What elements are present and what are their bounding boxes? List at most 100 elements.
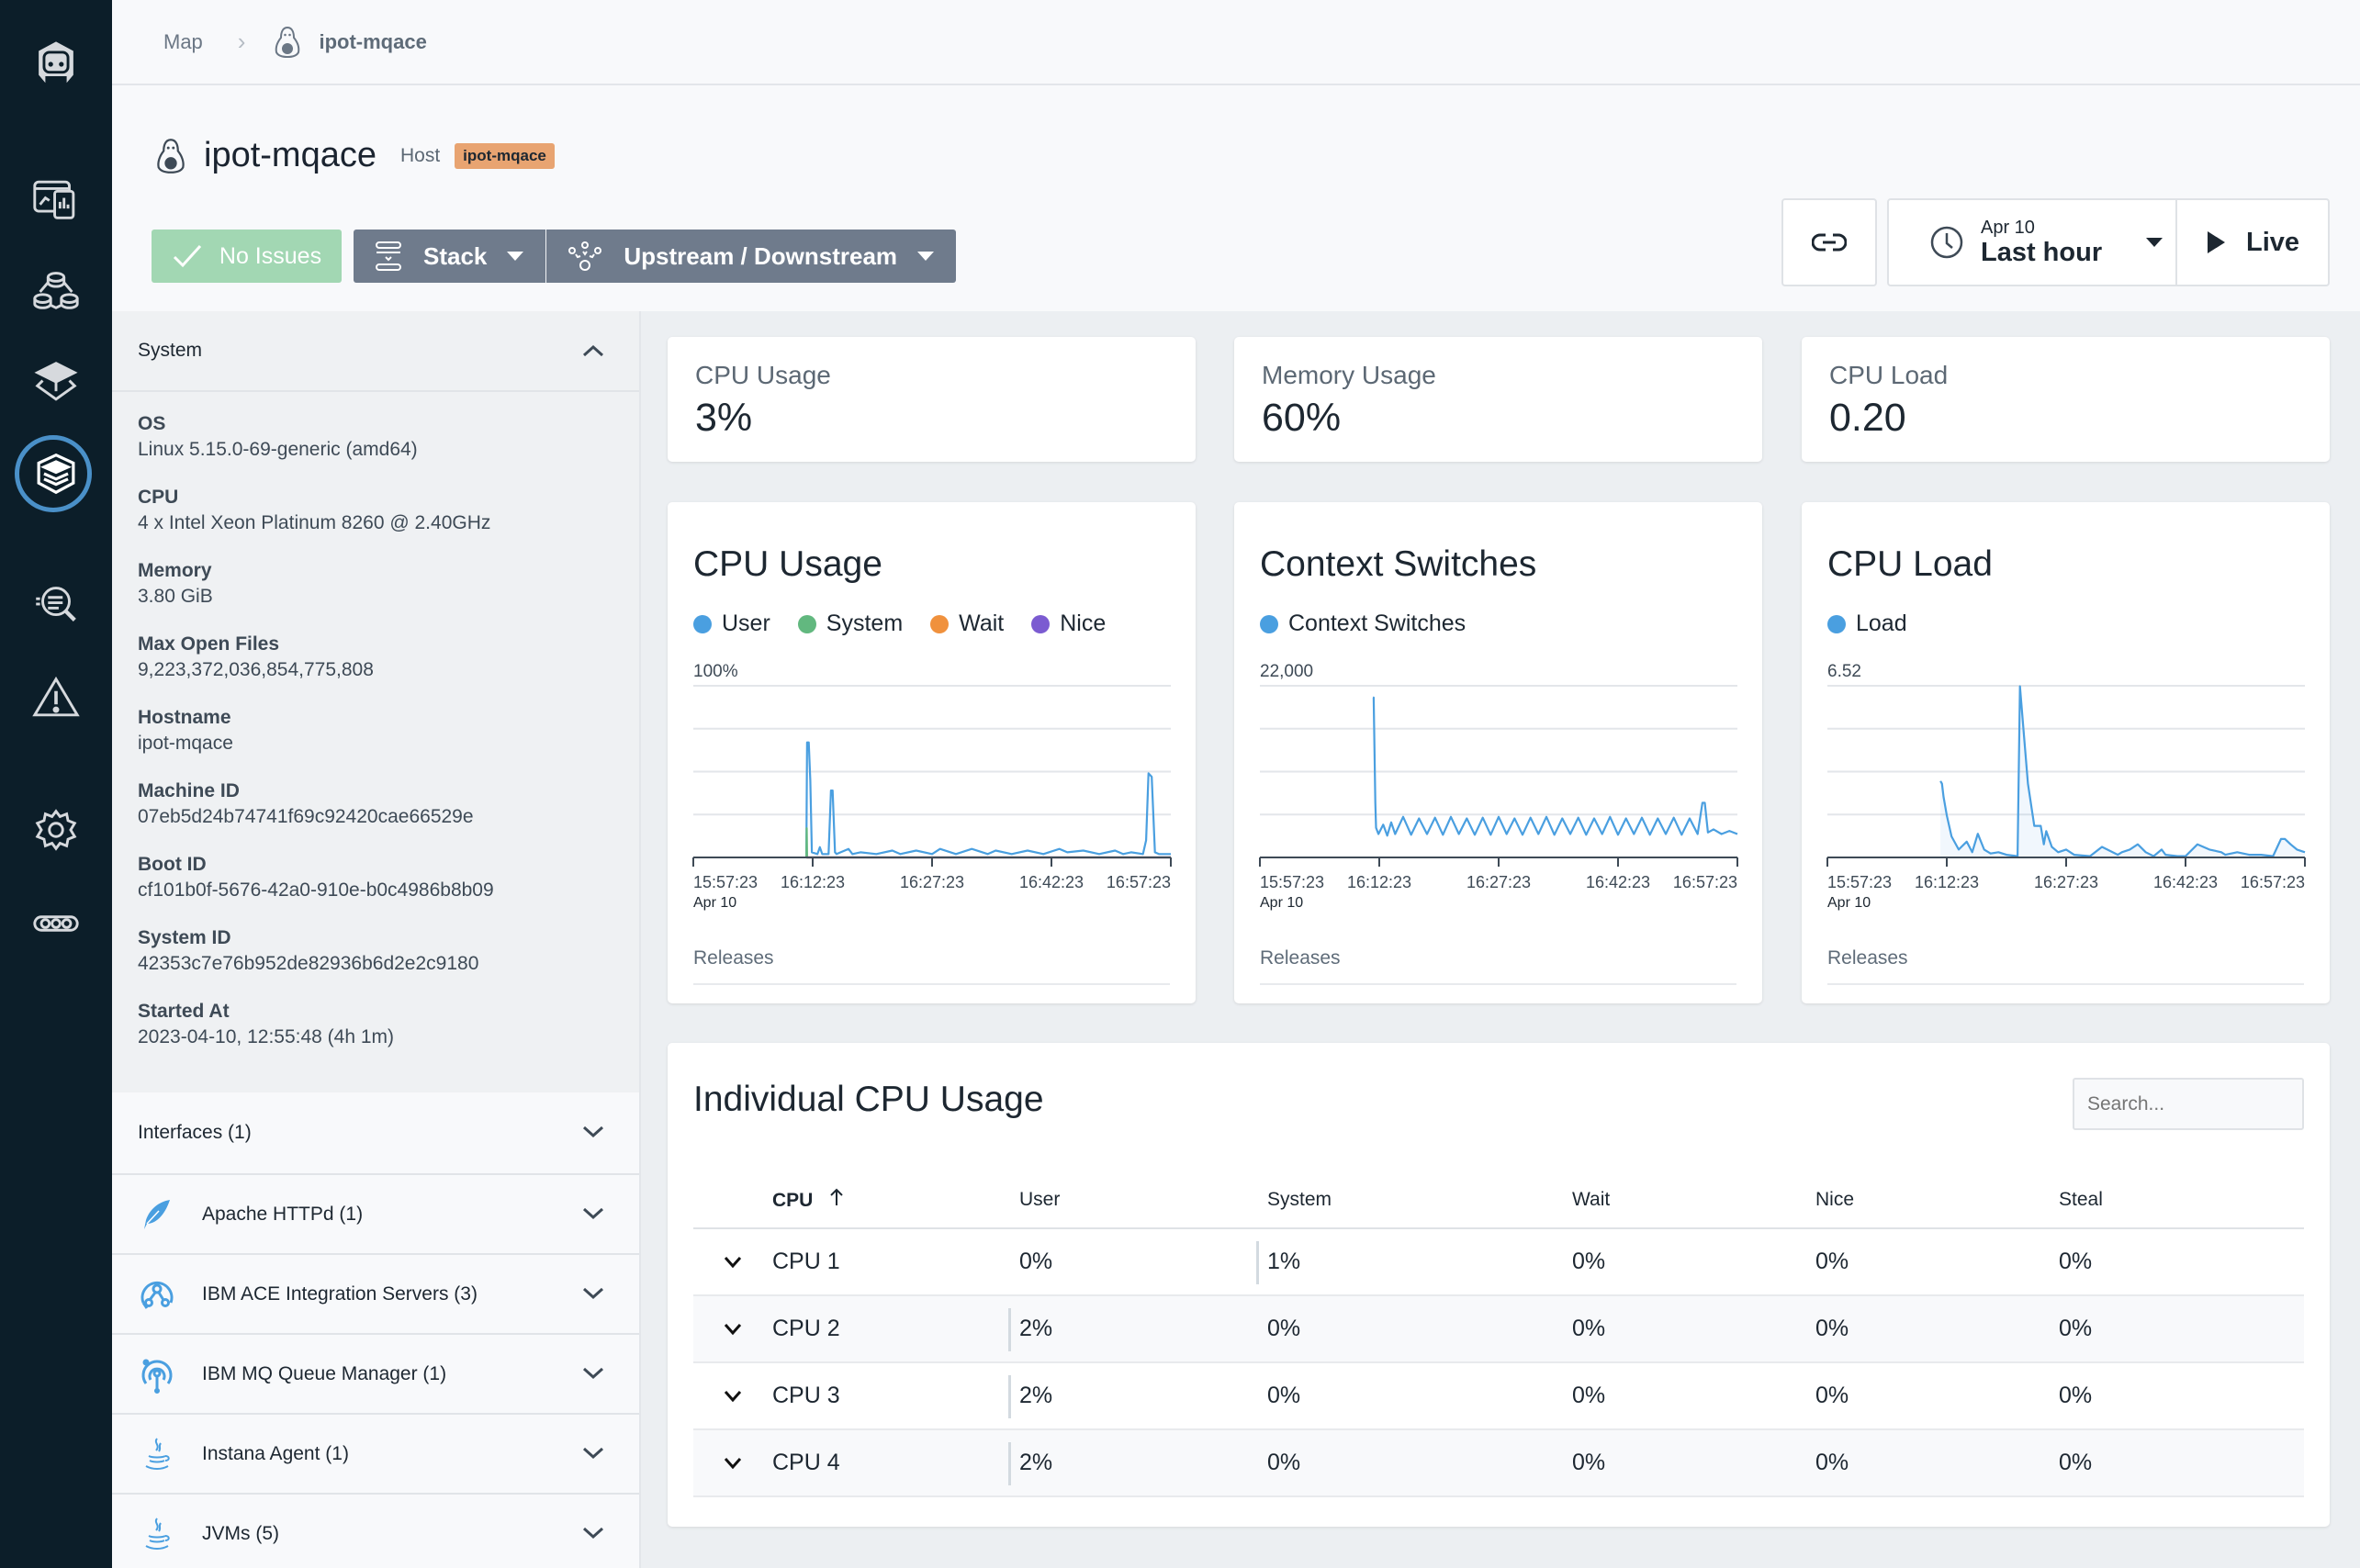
legend-label: Nice xyxy=(1060,610,1107,636)
accordion-section-label: IBM MQ Queue Manager (1) xyxy=(202,1362,447,1384)
accordion-section[interactable]: IBM MQ Queue Manager (1) xyxy=(112,1335,639,1415)
x-tick-label: 16:57:23 xyxy=(1107,873,1171,891)
cell-user: 0% xyxy=(1019,1228,1267,1296)
x-tick-label: 16:27:23 xyxy=(1467,873,1531,891)
chart-legend: Context Switches xyxy=(1260,610,1736,637)
column-header-steal[interactable]: Steal xyxy=(2059,1171,2304,1229)
y-axis-max-label: 6.52 xyxy=(1827,662,1861,681)
linux-penguin-icon xyxy=(157,138,185,174)
y-axis-max-label: 100% xyxy=(693,662,738,681)
chevron-down-icon xyxy=(582,1523,604,1545)
cell-cpu: CPU 1 xyxy=(772,1228,1019,1296)
releases-track[interactable]: Releases xyxy=(693,934,1170,985)
x-tick-label: 15:57:23 xyxy=(1827,873,1892,891)
nav-infrastructure[interactable] xyxy=(0,437,112,510)
nav-websites[interactable] xyxy=(0,162,112,236)
nav-platforms[interactable] xyxy=(0,345,112,419)
settings-gear-icon xyxy=(35,809,77,851)
system-section-header[interactable]: System xyxy=(112,311,639,392)
releases-track[interactable]: Releases xyxy=(1827,934,2304,985)
stack-dropdown-button[interactable]: Stack xyxy=(354,230,545,283)
chart-plot[interactable]: 100% 15:57:23 16:12:23 16:27:23 16:42:23 16:5… xyxy=(692,660,1172,917)
breadcrumb-current[interactable]: ipot-mqace xyxy=(273,26,427,59)
entity-header: ipot-mqace Host ipot-mqace No Issues Sta… xyxy=(112,85,2360,311)
system-field-key: Hostname xyxy=(138,707,231,728)
column-header-wait[interactable]: Wait xyxy=(1572,1171,1815,1229)
summary-value: 60% xyxy=(1262,396,1342,440)
legend-item[interactable]: Load xyxy=(1827,610,1907,637)
system-field-key: OS xyxy=(138,413,166,434)
legend-item[interactable]: Context Switches xyxy=(1260,610,1466,637)
live-label: Live xyxy=(2245,227,2300,257)
accordion-section[interactable]: Apache HTTPd (1) xyxy=(112,1175,639,1255)
x-tick-label: 16:12:23 xyxy=(1347,873,1411,891)
cell-value: 0% xyxy=(1815,1383,1849,1408)
copy-link-button[interactable] xyxy=(1781,198,1877,286)
legend-item[interactable]: System xyxy=(797,610,903,637)
system-field: Boot ID cf101b0f-5676-42a0-910e-b0c4986b8… xyxy=(138,854,613,902)
chevron-down-icon xyxy=(582,1363,604,1385)
chart-card-context-switches: Context Switches Context Switches 22,000… xyxy=(1234,502,1762,1003)
breadcrumb-map-link[interactable]: Map xyxy=(163,30,203,54)
x-tick-label: 16:57:23 xyxy=(1673,873,1737,891)
column-header-system[interactable]: System xyxy=(1267,1171,1572,1229)
cell-nice: 0% xyxy=(1815,1228,2059,1296)
expand-column-header xyxy=(693,1171,772,1229)
row-expand-button[interactable] xyxy=(693,1295,772,1363)
accordion-section[interactable]: Interfaces (1) xyxy=(112,1092,639,1175)
column-header-nice[interactable]: Nice xyxy=(1815,1171,2059,1229)
cell-cpu: CPU 2 xyxy=(772,1295,1019,1363)
cell-value: 0% xyxy=(1572,1383,1606,1408)
nav-more[interactable] xyxy=(0,887,112,960)
x-tick-label: 16:42:23 xyxy=(1019,873,1084,891)
chevron-down-icon xyxy=(724,1324,742,1336)
infrastructure-stack-icon xyxy=(37,453,75,495)
accordion-section-label: Instana Agent (1) xyxy=(202,1442,349,1464)
usage-bar xyxy=(1008,1442,1011,1485)
cell-system: 1% xyxy=(1256,1228,1572,1296)
x-tick-label: 16:42:23 xyxy=(1586,873,1650,891)
breadcrumb-separator-icon: › xyxy=(237,28,246,55)
accordion-section[interactable]: JVMs (5) xyxy=(112,1495,639,1568)
row-expand-button[interactable] xyxy=(693,1362,772,1430)
accordion-section[interactable]: Instana Agent (1) xyxy=(112,1415,639,1495)
nav-settings[interactable] xyxy=(0,793,112,867)
legend-item[interactable]: User xyxy=(693,610,770,637)
system-field-value: 4 x Intel Xeon Platinum 8260 @ 2.40GHz xyxy=(138,512,491,533)
table-search xyxy=(2073,1078,2336,1130)
nav-events[interactable] xyxy=(0,661,112,734)
legend-swatch xyxy=(930,614,950,633)
x-tick-label: 16:27:23 xyxy=(2034,873,2098,891)
legend-item[interactable]: Wait xyxy=(930,610,1004,637)
cell-value: 0% xyxy=(2059,1450,2093,1475)
legend-swatch xyxy=(1031,614,1051,633)
nav-home[interactable] xyxy=(0,28,112,101)
system-field-key: Max Open Files xyxy=(138,633,280,655)
live-button[interactable]: Live xyxy=(2177,200,2328,285)
nav-applications[interactable] xyxy=(0,252,112,326)
column-header-user[interactable]: User xyxy=(1019,1171,1267,1229)
upstream-downstream-dropdown-button[interactable]: Upstream / Downstream xyxy=(545,230,956,283)
info-panel: System OS Linux 5.15.0-69-generic (amd64)… xyxy=(112,311,641,1568)
cell-value: 2% xyxy=(1019,1450,1053,1475)
accordion-section-label: IBM ACE Integration Servers (3) xyxy=(202,1282,478,1305)
chart-plot[interactable]: 22,000 15:57:23 16:12:23 16:27:23 16:42:23 16… xyxy=(1259,660,1738,917)
cell-value: 0% xyxy=(1572,1249,1606,1274)
row-expand-button[interactable] xyxy=(693,1228,772,1296)
search-input[interactable] xyxy=(2087,1092,2336,1115)
nav-analytics[interactable] xyxy=(0,567,112,641)
chart-plot[interactable]: 6.52 15:57:23 16:12:23 16:27:23 16:42:23 16:5… xyxy=(1826,660,2306,917)
dependency-graph-icon xyxy=(568,241,602,271)
no-issues-button[interactable]: No Issues xyxy=(152,230,342,283)
cell-value: CPU 3 xyxy=(772,1383,840,1408)
x-tick-label: 16:57:23 xyxy=(2241,873,2305,891)
releases-track[interactable]: Releases xyxy=(1260,934,1736,985)
accordion-section[interactable]: IBM ACE Integration Servers (3) xyxy=(112,1255,639,1335)
system-field-key: Started At xyxy=(138,1001,230,1022)
legend-item[interactable]: Nice xyxy=(1031,610,1106,637)
summary-label: CPU Usage xyxy=(695,361,831,389)
cell-cpu: CPU 4 xyxy=(772,1429,1019,1497)
row-expand-button[interactable] xyxy=(693,1429,772,1497)
time-range-picker[interactable]: Apr 10 Last hour xyxy=(1889,200,2177,285)
column-header-cpu[interactable]: CPU xyxy=(772,1171,1019,1229)
